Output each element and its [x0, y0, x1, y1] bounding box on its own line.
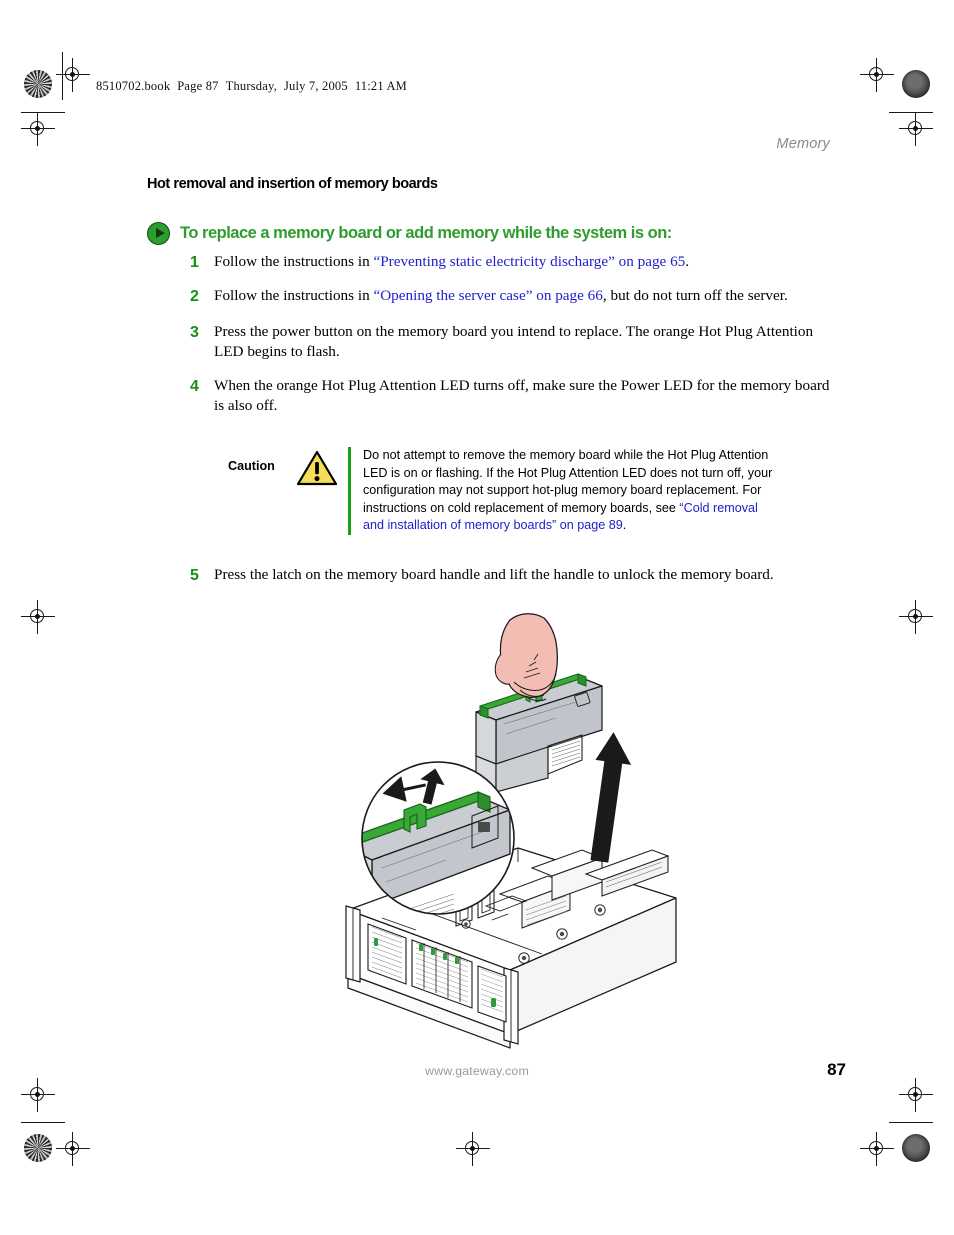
list-item: 5 Press the latch on the memory board ha… — [190, 565, 840, 586]
step-text: Follow the instructions in “Opening the … — [214, 286, 840, 307]
running-head: Memory — [776, 136, 830, 152]
step-number: 4 — [190, 378, 199, 396]
trim-line-bottom-right — [889, 1122, 933, 1124]
page-title: Hot removal and insertion of memory boar… — [147, 176, 438, 192]
trim-line-bottom-left — [21, 1122, 65, 1124]
step-text: Follow the instructions in “Preventing s… — [214, 252, 840, 273]
registration-mark-bottom-left-inner — [56, 1132, 90, 1166]
trim-line-top-left — [21, 112, 65, 114]
registration-mark-left-lower — [21, 1078, 55, 1112]
procedure-step-list-continued: 5 Press the latch on the memory board ha… — [190, 565, 840, 598]
list-item: 2 Follow the instructions in “Opening th… — [190, 286, 840, 307]
book-header-line: 8510702.book Page 87 Thursday, July 7, 2005… — [96, 79, 414, 94]
registration-mark-right-lower — [899, 1078, 933, 1112]
book-file-name: 8510702.book — [96, 79, 171, 93]
registration-mark-bottom-center — [456, 1132, 490, 1166]
step-number: 2 — [190, 288, 199, 305]
list-item: 1 Follow the instructions in “Preventing… — [190, 252, 840, 273]
book-time: 11:21 AM — [354, 79, 407, 93]
caution-admonition: Caution Do not attempt to remove the mem… — [228, 447, 773, 535]
halftone-target-top-right — [902, 70, 930, 98]
halftone-target-bottom-right — [902, 1134, 930, 1162]
procedure-step-list: 1 Follow the instructions in “Preventing… — [190, 252, 840, 415]
step-text: Press the power button on the memory boa… — [214, 323, 814, 360]
registration-mark-bottom-right-inner — [860, 1132, 894, 1166]
memory-board-removal-illustration — [286, 610, 706, 1050]
step-text-lead: Follow the instructions in — [214, 253, 374, 270]
list-item: 4 When the orange Hot Plug Attention LED… — [190, 376, 840, 415]
step-text-lead: Follow the instructions in — [214, 287, 374, 304]
registration-mark-right-upper — [899, 112, 933, 146]
footer-url[interactable]: www.gateway.com — [425, 1064, 529, 1078]
trim-line-top-right — [889, 112, 933, 114]
warning-triangle-icon — [294, 447, 340, 492]
step-number: 3 — [190, 324, 199, 341]
book-date: July 7, 2005 — [283, 79, 348, 93]
list-item: 3 Press the power button on the memory b… — [190, 322, 840, 361]
procedure-heading-label: To replace a memory board or add memory … — [180, 224, 672, 242]
play-triangle-bullet-icon — [147, 222, 170, 245]
step-text-tail: , but do not turn off the server. — [602, 287, 788, 304]
book-page-label: Page 87 — [177, 79, 219, 93]
halftone-target-bottom-left — [24, 1134, 52, 1162]
caution-text: Do not attempt to remove the memory boar… — [363, 447, 773, 535]
step-text: Press the latch on the memory board hand… — [214, 566, 774, 583]
step-number: 1 — [190, 254, 199, 271]
registration-mark-left-upper — [21, 112, 55, 146]
caution-green-rule — [348, 447, 351, 535]
caution-text-tail: . — [622, 518, 627, 533]
step-number: 5 — [190, 567, 199, 584]
registration-mark-left-middle — [21, 600, 55, 634]
document-page: 8510702.book Page 87 Thursday, July 7, 2005… — [0, 0, 954, 1235]
step-text-tail: . — [685, 253, 690, 270]
cross-reference-link[interactable]: “Opening the server case” on page 66 — [373, 287, 602, 304]
registration-mark-top-right-inner — [860, 58, 894, 92]
caution-label: Caution — [228, 459, 275, 473]
procedure-heading: To replace a memory board or add memory … — [147, 222, 672, 245]
registration-mark-right-middle — [899, 600, 933, 634]
book-weekday: Thursday, — [225, 79, 277, 93]
halftone-target-top-left — [24, 70, 52, 98]
cross-reference-link[interactable]: “Preventing static electricity discharge… — [373, 253, 685, 270]
step-text: When the orange Hot Plug Attention LED t… — [214, 377, 830, 414]
footer-page-number: 87 — [827, 1060, 846, 1079]
header-vertical-rule — [62, 52, 64, 100]
